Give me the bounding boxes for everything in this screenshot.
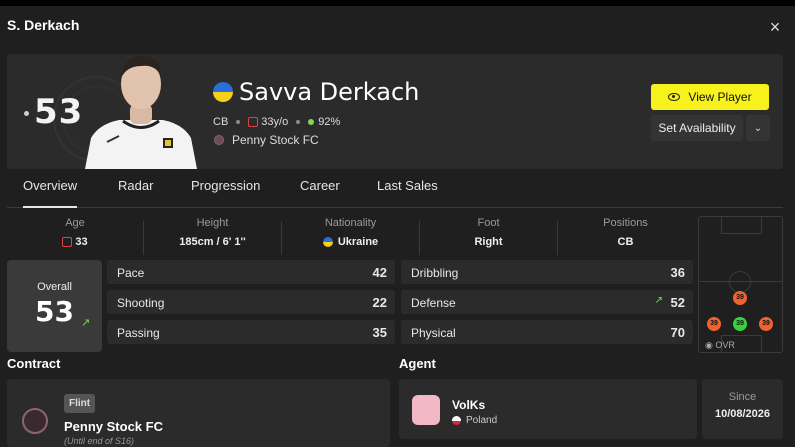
contract-card: Flint Penny Stock FC (Until end of S16) xyxy=(7,379,390,447)
tab-radar[interactable]: Radar xyxy=(118,178,153,208)
stat-label: Dribbling xyxy=(411,266,459,280)
player-hero: 53 Savva Derkach CB 33y/o 92% Penny Stoc… xyxy=(7,54,783,169)
info-height-value: 185cm / 6' 1'' xyxy=(179,236,246,248)
stat-dribbling: Dribbling 36 xyxy=(401,260,693,284)
contract-tier-badge: Flint xyxy=(64,394,96,413)
ukraine-flag-icon xyxy=(213,82,233,102)
agent-avatar xyxy=(412,395,440,425)
contract-until: (Until end of S16) xyxy=(64,436,135,446)
stat-label: Physical xyxy=(411,326,456,340)
agent-title: Agent xyxy=(399,356,436,371)
position-rating-dot: 39 xyxy=(733,291,747,305)
position-rating-dot: 39 xyxy=(733,317,747,331)
player-portrait xyxy=(85,56,197,169)
stat-label: Passing xyxy=(117,326,160,340)
set-availability-button[interactable]: Set Availability xyxy=(651,115,743,141)
stat-shooting: Shooting 22 xyxy=(107,290,395,314)
stat-value: 42 xyxy=(372,265,387,280)
info-positions: Positions CB xyxy=(558,217,693,257)
info-nationality-value: Ukraine xyxy=(337,236,379,248)
tab-bar: Overview Radar Progression Career Last S… xyxy=(7,178,783,208)
stat-value: 70 xyxy=(670,325,685,340)
agent-since-card: Since 10/08/2026 xyxy=(702,379,783,439)
player-info-bar: Age 33 Height 185cm / 6' 1'' Nationality… xyxy=(7,217,693,257)
tab-career[interactable]: Career xyxy=(300,178,340,208)
stat-label: Defense xyxy=(411,296,456,310)
overall-card: Overall 53 ↗ xyxy=(7,260,102,352)
info-nationality-label: Nationality xyxy=(324,217,377,229)
stat-value: 22 xyxy=(372,295,387,310)
since-value: 10/08/2026 xyxy=(714,408,771,420)
agent-country-name: Poland xyxy=(466,415,498,426)
player-club[interactable]: Penny Stock FC xyxy=(214,133,319,147)
trend-up-icon: ↗ xyxy=(654,295,663,306)
info-positions-value: CB xyxy=(617,236,634,248)
trend-up-icon: ↗ xyxy=(81,317,91,329)
stat-label: Pace xyxy=(117,266,145,280)
stat-passing: Passing 35 xyxy=(107,320,395,344)
info-foot-value: Right xyxy=(474,236,503,248)
stat-pace: Pace 42 xyxy=(107,260,395,284)
tab-overview[interactable]: Overview xyxy=(23,178,78,208)
calendar-icon xyxy=(62,237,73,247)
info-age: Age 33 xyxy=(7,217,143,257)
overall-label: Overall xyxy=(37,281,72,293)
player-age: 33y/o xyxy=(261,116,289,128)
tab-progression[interactable]: Progression xyxy=(191,178,260,208)
info-age-label: Age xyxy=(65,217,85,229)
position-pitch: 39 39 39 39 ◉ OVR xyxy=(698,216,783,353)
poland-flag-icon xyxy=(452,416,461,425)
player-condition: 92% xyxy=(318,116,341,128)
contract-club[interactable]: Penny Stock FC xyxy=(64,419,163,434)
info-foot: Foot Right xyxy=(420,217,557,257)
stat-physical: Physical 70 xyxy=(401,320,693,344)
position-rating-dot: 39 xyxy=(707,317,721,331)
player-club-name: Penny Stock FC xyxy=(232,133,319,147)
tab-last-sales[interactable]: Last Sales xyxy=(377,178,438,208)
info-height: Height 185cm / 6' 1'' xyxy=(144,217,281,257)
view-player-label: View Player xyxy=(688,90,752,104)
player-modal: S. Derkach × 53 Savva Derkach CB 33y/o 9… xyxy=(0,6,795,447)
agent-country: Poland xyxy=(452,415,497,426)
club-crest-icon xyxy=(22,408,48,434)
ovr-toggle[interactable]: ◉ OVR xyxy=(705,340,735,351)
stat-label: Shooting xyxy=(117,296,165,310)
stat-value: 36 xyxy=(670,265,685,280)
stat-defense: Defense ↗ 52 xyxy=(401,290,693,314)
close-icon[interactable]: × xyxy=(766,18,784,36)
eye-icon xyxy=(668,93,681,101)
stat-value: 35 xyxy=(372,325,387,340)
rating-dot-icon xyxy=(24,111,29,116)
since-label: Since xyxy=(728,391,757,403)
player-name: Savva Derkach xyxy=(239,78,420,106)
ovr-label: OVR xyxy=(715,340,735,350)
agent-name: VolKs xyxy=(452,398,486,412)
contract-title: Contract xyxy=(7,356,61,371)
agent-card[interactable]: VolKs Poland xyxy=(399,379,697,439)
info-height-label: Height xyxy=(196,217,229,229)
calendar-icon xyxy=(248,117,259,127)
club-crest-icon xyxy=(214,135,224,145)
player-meta: CB 33y/o 92% xyxy=(213,116,340,128)
info-age-value: 33 xyxy=(75,236,88,248)
info-foot-label: Foot xyxy=(477,217,500,229)
info-positions-label: Positions xyxy=(603,217,648,229)
ukraine-flag-icon xyxy=(322,237,333,247)
info-nationality: Nationality Ukraine xyxy=(282,217,419,257)
modal-title: S. Derkach xyxy=(7,17,80,33)
player-position: CB xyxy=(213,116,229,128)
condition-icon xyxy=(308,119,315,125)
stat-value: 52 xyxy=(670,295,685,310)
position-rating-dot: 39 xyxy=(759,317,773,331)
chevron-down-icon[interactable]: ⌄ xyxy=(746,115,770,141)
view-player-button[interactable]: View Player xyxy=(651,84,769,110)
